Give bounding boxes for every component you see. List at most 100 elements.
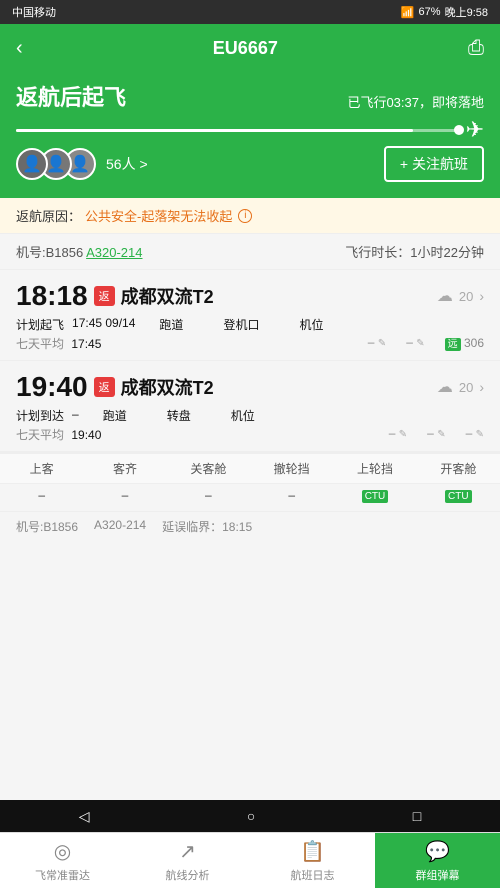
arrival-city: 成都双流T2 [121, 374, 214, 400]
col-open-cabin: 开客舱 [417, 454, 500, 483]
avatar-1: 👤 [16, 148, 48, 180]
arrival-avg-label: 七天平均 19:40 [16, 426, 101, 443]
crew-avatars: 👤 👤 👤 [16, 148, 88, 180]
header: ‹ EU6667 ⎙ [0, 24, 500, 72]
ground-ops-header: 上客 客齐 关客舱 撤轮挡 上轮挡 开客舱 [0, 453, 500, 484]
arrival-chevron[interactable]: › [479, 379, 484, 395]
radar-icon: ◎ [54, 839, 71, 864]
nav-route[interactable]: ↗ 航线分析 [125, 833, 250, 888]
ground-ops-table: 上客 客齐 关客舱 撤轮挡 上轮挡 开客舱 – – – – CTU CTU [0, 452, 500, 511]
departure-stand-val: 远 306 [445, 335, 484, 352]
departure-section: 18:18 返 成都双流T2 ☁ 20 › 计划起飞 17:45 09/14 跑… [0, 270, 500, 361]
runway-edit-icon[interactable]: ✎ [378, 338, 386, 349]
arrival-weather: ☁ [437, 377, 453, 397]
time-label: 晚上9:58 [445, 4, 488, 20]
arrival-col-values: – ✎ – ✎ – ✎ [389, 426, 484, 443]
departure-time-row: 18:18 返 成都双流T2 ☁ 20 › [16, 280, 484, 312]
col-boarding: 上客 [0, 454, 83, 483]
departure-right: ☁ 20 › [437, 286, 484, 306]
status-right: 📶 67% 晚上9:58 [401, 4, 488, 20]
android-back[interactable]: ◁ [79, 808, 90, 825]
nav-group-label: 群组弹幕 [416, 867, 460, 883]
return-reason-value: 公共安全-起落架无法收起 [85, 206, 232, 225]
departure-weather: ☁ [437, 286, 453, 306]
arrival-carousel-val: – ✎ [427, 426, 445, 443]
val-ready: – [83, 484, 166, 507]
departure-scheduled-value: 17:45 09/14 [72, 316, 135, 333]
android-nav: ◁ ○ □ [0, 800, 500, 832]
departure-runway-label: 跑道 [159, 316, 183, 333]
col-remove-chocks: 撤轮挡 [250, 454, 333, 483]
nav-radar-label: 飞常准雷达 [35, 867, 90, 883]
col-ready: 客齐 [83, 454, 166, 483]
chat-icon: 💬 [425, 839, 450, 864]
follow-button[interactable]: + 关注航班 [384, 146, 484, 182]
departure-temp: 20 [459, 289, 473, 304]
arrival-carousel-label: 转盘 [167, 407, 191, 424]
flight-footer-info: 机号:B1856 A320-214 延误临界：18:15 [0, 511, 500, 541]
departure-col-values: – ✎ – ✎ 远 306 [368, 335, 484, 352]
route-icon: ↗ [179, 839, 196, 864]
status-bar: 中国移动 📶 67% 晚上9:58 [0, 0, 500, 24]
arrival-stand-val: – ✎ [466, 426, 484, 443]
arrival-time-row: 19:40 返 成都双流T2 ☁ 20 › [16, 371, 484, 403]
arrival-runway-label: 跑道 [103, 407, 127, 424]
arrival-stand-label: 机位 [231, 407, 255, 424]
flight-duration: 飞行时长：1小时22分钟 [345, 242, 484, 261]
return-reason-label: 返航原因： [16, 206, 81, 225]
footer-delay-label: 延误临界：18:15 [162, 518, 252, 535]
android-home[interactable]: ○ [247, 808, 255, 824]
departure-avg-label: 七天平均 17:45 [16, 335, 101, 352]
progress-bar: ✈ [16, 122, 484, 138]
val-open-cabin: CTU [417, 484, 500, 507]
plane-number: 机号:B1856 A320-214 [16, 242, 143, 261]
flight-number-title: EU6667 [213, 38, 278, 59]
departure-scheduled-label: 计划起飞 [16, 316, 64, 333]
return-reason-bar: 返航原因： 公共安全-起落架无法收起 i [0, 198, 500, 234]
carousel-edit-icon[interactable]: ✎ [437, 429, 445, 440]
nav-log[interactable]: 📋 航班日志 [250, 833, 375, 888]
nav-route-label: 航线分析 [166, 867, 210, 883]
bottom-nav: ◎ 飞常准雷达 ↗ 航线分析 📋 航班日志 💬 群组弹幕 [0, 832, 500, 888]
arrival-avg-row: 七天平均 19:40 – ✎ – ✎ – ✎ [16, 426, 484, 443]
flight-meta: 机号:B1856 A320-214 飞行时长：1小时22分钟 [0, 234, 500, 270]
arrival-tag: 返 [94, 377, 115, 397]
crew-count[interactable]: 56人 > [106, 154, 148, 174]
arrival-time: 19:40 [16, 371, 88, 403]
col-close-cabin: 关客舱 [167, 454, 250, 483]
ctu-badge-1: CTU [362, 490, 389, 503]
nav-group[interactable]: 💬 群组弹幕 [375, 833, 500, 888]
battery-label: 67% [419, 6, 441, 18]
col-set-chocks: 上轮挡 [333, 454, 416, 483]
signal-icon: 📶 [401, 6, 415, 19]
flight-info-panel: 返航后起飞 已飞行03:37，即将落地 ✈ 👤 👤 👤 56人 > + 关注航班 [0, 72, 500, 198]
far-badge: 远 [445, 338, 461, 351]
arrival-scheduled-value: – [72, 407, 79, 424]
share-button[interactable]: ⎙ [468, 37, 484, 60]
plane-icon: ✈ [466, 117, 484, 143]
departure-runway-val: – ✎ [368, 335, 386, 352]
plane-type-link[interactable]: A320-214 [86, 245, 142, 260]
crew-left: 👤 👤 👤 56人 > [16, 148, 148, 180]
departure-city: 成都双流T2 [121, 283, 214, 309]
val-boarding: – [0, 484, 83, 507]
val-remove-chocks: – [250, 484, 333, 507]
log-icon: 📋 [300, 839, 325, 864]
stand-edit-icon[interactable]: ✎ [476, 429, 484, 440]
arrival-runway-val: – ✎ [389, 426, 407, 443]
footer-plane-type: A320-214 [94, 518, 146, 535]
gate-edit-icon[interactable]: ✎ [416, 338, 424, 349]
val-set-chocks: CTU [333, 484, 416, 507]
arr-runway-edit-icon[interactable]: ✎ [399, 429, 407, 440]
android-recents[interactable]: □ [413, 808, 421, 824]
val-close-cabin: – [167, 484, 250, 507]
departure-avg-row: 七天平均 17:45 – ✎ – ✎ 远 306 [16, 335, 484, 352]
departure-chevron[interactable]: › [479, 288, 484, 304]
arrival-temp: 20 [459, 380, 473, 395]
nav-radar[interactable]: ◎ 飞常准雷达 [0, 833, 125, 888]
departure-stand-label: 机位 [299, 316, 323, 333]
crew-row: 👤 👤 👤 56人 > + 关注航班 [16, 146, 484, 182]
flight-sub-status: 已飞行03:37，即将落地 [347, 92, 484, 111]
back-button[interactable]: ‹ [16, 37, 23, 60]
info-icon[interactable]: i [238, 209, 252, 223]
